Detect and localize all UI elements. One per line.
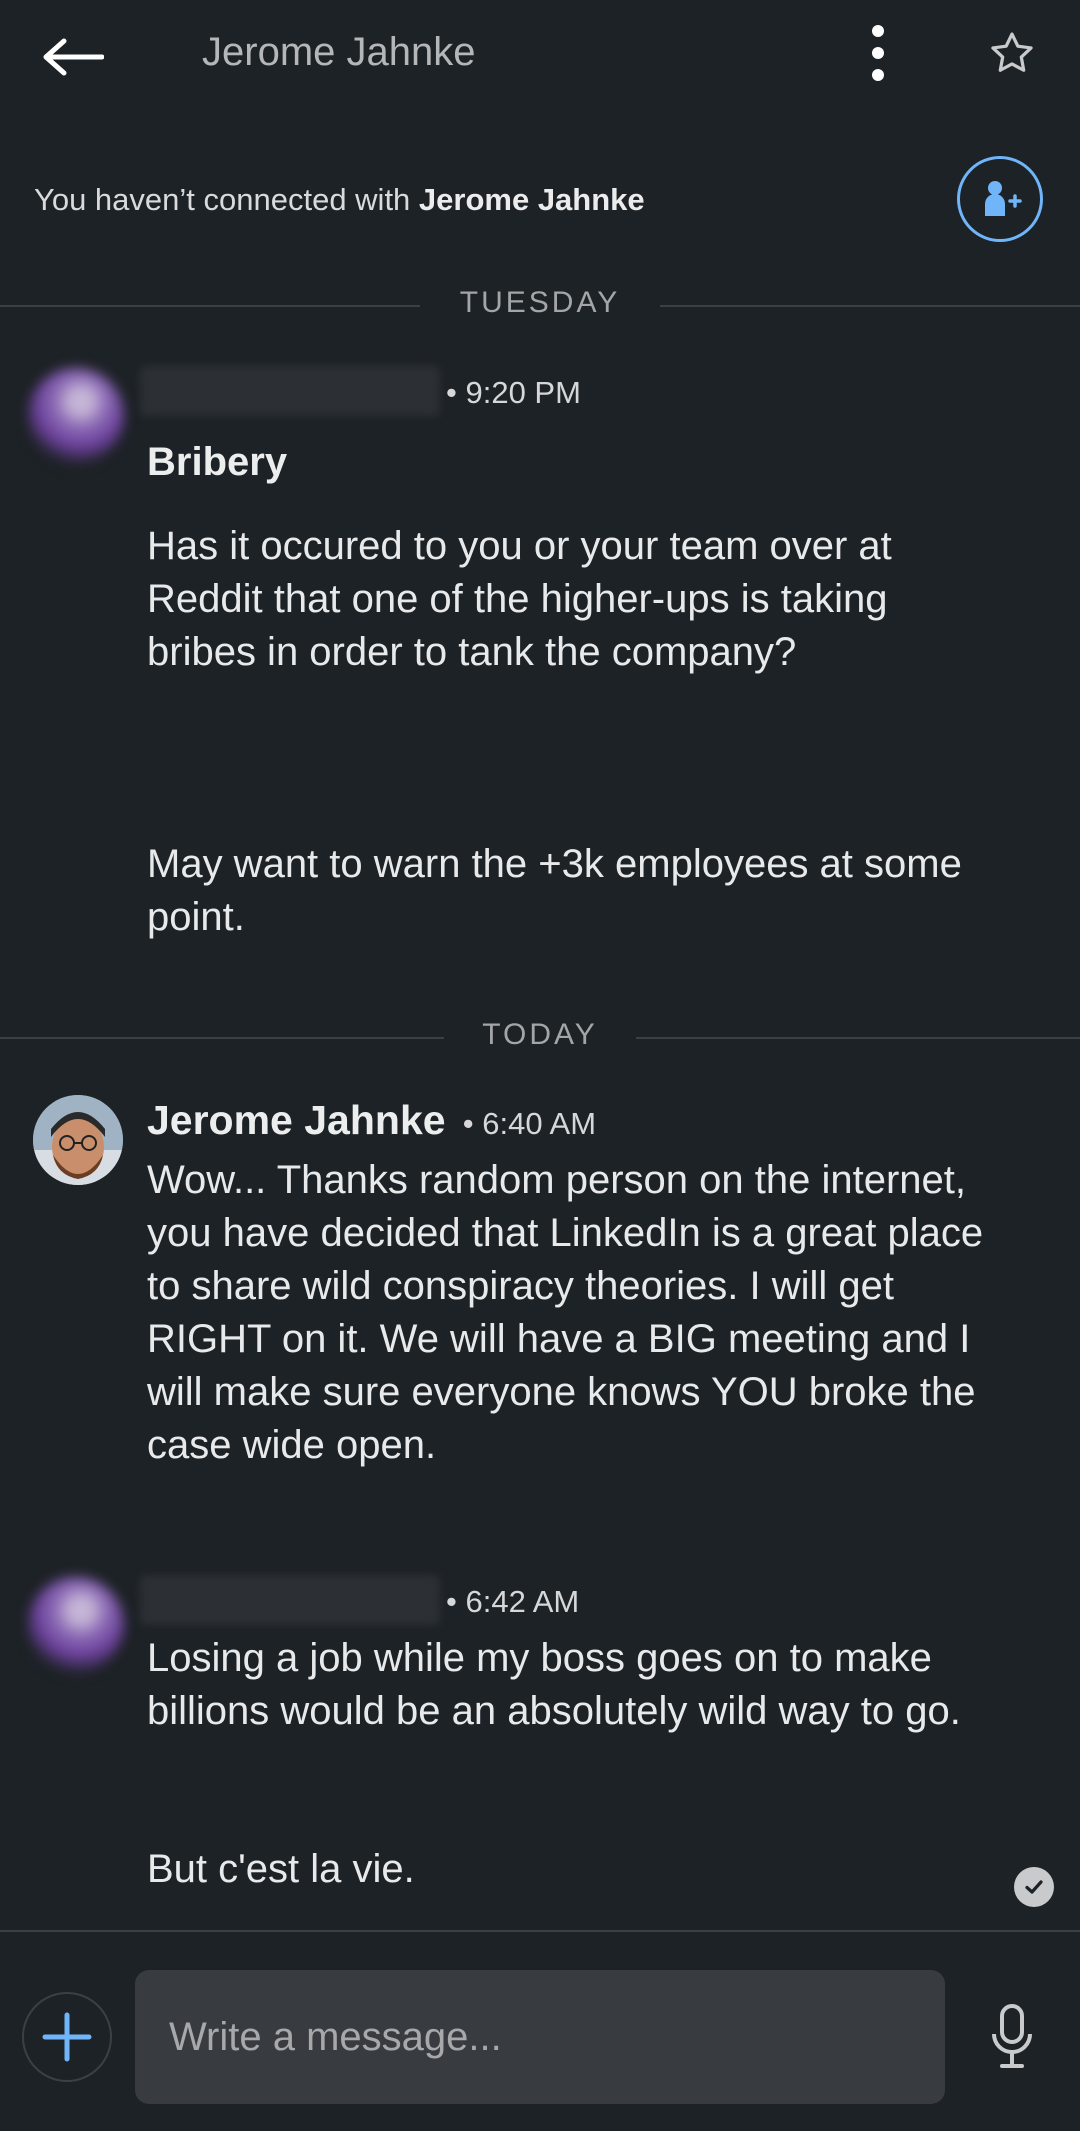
message-body: Losing a job while my boss goes on to ma… [147,1636,961,1733]
add-person-icon [985,181,1022,216]
arrow-left-icon [43,38,104,76]
more-options-button[interactable] [860,20,900,90]
divider-label: TUESDAY [459,286,621,319]
sender-name-redacted[interactable] [140,366,440,416]
date-divider-today: TODAY [0,1018,1080,1058]
microphone-icon [992,2004,1032,2068]
message-composer: Write a message... [0,1930,1080,2131]
conversation-title[interactable]: Jerome Jahnke [202,30,475,75]
add-connection-button[interactable] [957,156,1043,242]
read-receipt-icon [1014,1867,1054,1907]
divider-label: TODAY [482,1018,598,1051]
star-outline-icon [991,32,1033,72]
avatar[interactable] [28,368,124,464]
plus-icon [42,2012,92,2062]
avatar[interactable] [28,1577,124,1673]
message-header: Jerome Jahnke • 6:40 AM [147,1097,596,1144]
profile-photo [33,1095,123,1185]
connect-text: You haven’t connected with Jerome Jahnke [34,182,645,218]
voice-message-button[interactable] [990,2004,1034,2070]
sender-name-redacted[interactable] [140,1575,440,1625]
back-button[interactable] [40,22,120,92]
message-body: Has it occured to you or your team over … [147,524,903,674]
message-timestamp: • 6:42 AM [446,1584,580,1619]
attach-button[interactable] [22,1992,112,2082]
star-button[interactable] [986,28,1038,80]
message-body: May want to warn the +3k employees at so… [147,842,973,939]
message-body: But c'est la vie. [147,1847,415,1891]
connect-banner: You haven’t connected with Jerome Jahnke [0,130,1080,270]
top-bar: Jerome Jahnke [0,0,1080,120]
more-vertical-icon [872,25,884,81]
message-timestamp: • 9:20 PM [446,375,581,410]
message-input[interactable]: Write a message... [135,1970,945,2104]
connect-prefix: You haven’t connected with [34,182,419,217]
date-divider-tuesday: TUESDAY [0,286,1080,326]
message-subject: Bribery [147,440,288,484]
sender-name[interactable]: Jerome Jahnke [147,1097,446,1143]
connect-name: Jerome Jahnke [418,182,645,217]
avatar[interactable] [33,1095,123,1185]
message-timestamp: • 6:40 AM [454,1106,597,1141]
message-body: Wow... Thanks random person on the inter… [147,1158,995,1467]
